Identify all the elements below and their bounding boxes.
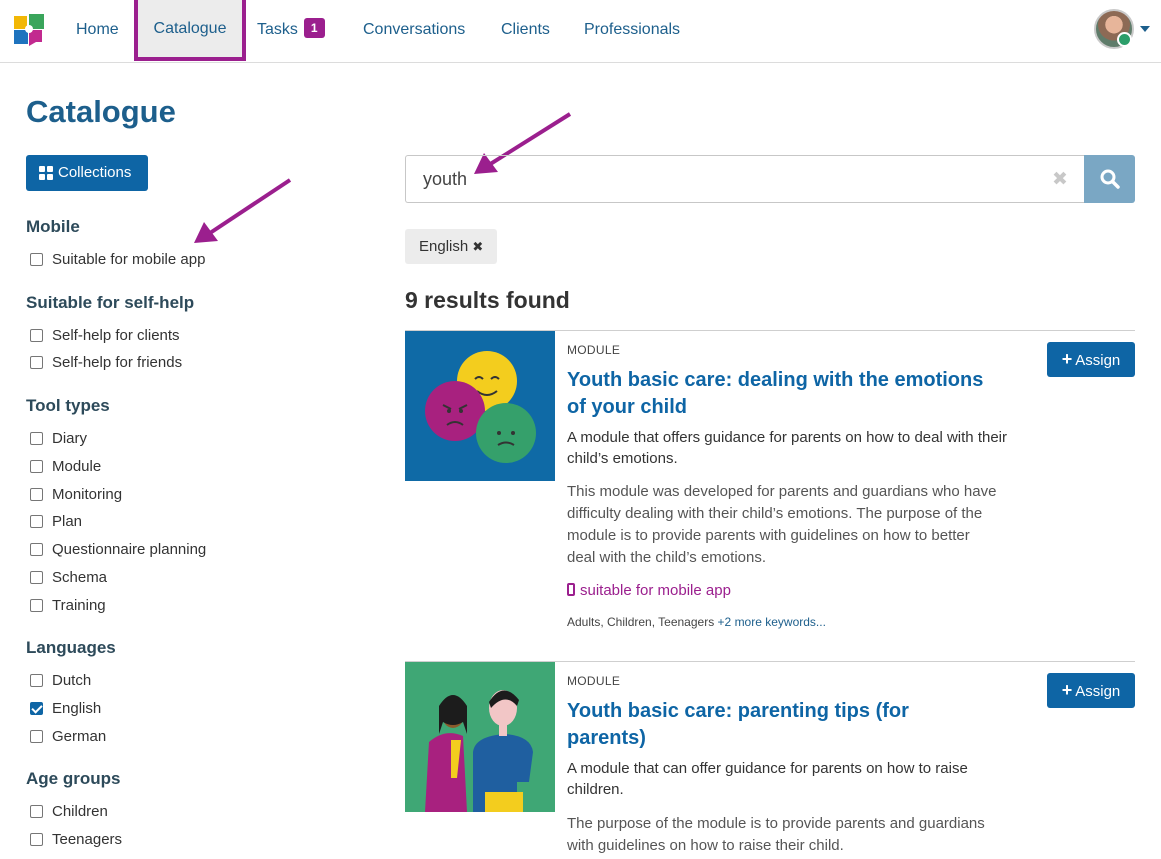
assign-button[interactable]: + Assign <box>1047 673 1135 708</box>
checkbox[interactable] <box>30 833 43 846</box>
filter-option-label: Teenagers <box>52 831 123 848</box>
nav-tasks-label: Tasks <box>257 21 298 38</box>
remove-chip-icon[interactable]: ✖ <box>472 239 483 254</box>
result-title-link[interactable]: Youth basic care: dealing with the emoti… <box>567 367 987 421</box>
result-type: MODULE <box>567 343 621 357</box>
checkbox[interactable] <box>30 805 43 818</box>
checkbox[interactable] <box>30 253 43 266</box>
filter-option-label: Diary <box>52 430 88 447</box>
plus-icon: + <box>1061 680 1073 700</box>
result-thumbnail[interactable] <box>405 331 555 481</box>
checkbox[interactable] <box>30 460 43 473</box>
mobile-suitable-tag: suitable for mobile app <box>567 582 731 599</box>
filter-option-label: German <box>52 728 107 745</box>
clear-search-icon[interactable]: ✖ <box>1052 168 1068 191</box>
mobile-phone-icon <box>567 583 575 596</box>
more-keywords-link[interactable]: +2 more keywords... <box>718 615 826 629</box>
nav-catalogue-label: Catalogue <box>153 20 227 37</box>
nav-clients[interactable]: Clients <box>501 0 550 62</box>
chevron-down-icon[interactable] <box>1140 26 1150 32</box>
chip-label: English <box>419 238 469 255</box>
filter-heading-agegroups: Age groups <box>26 769 121 788</box>
checkbox[interactable] <box>30 730 43 743</box>
mobile-suitable-label: suitable for mobile app <box>580 582 731 599</box>
result-summary: A module that can offer guidance for par… <box>567 760 968 798</box>
checkbox[interactable] <box>30 329 43 342</box>
filter-option-label: Training <box>52 597 106 614</box>
result-thumbnail[interactable] <box>405 662 555 812</box>
emotions-illustration-icon <box>425 351 536 463</box>
checkbox[interactable] <box>30 488 43 501</box>
result-keywords: Adults, Children, Teenagers +2 more keyw… <box>567 615 826 629</box>
checkbox[interactable] <box>30 432 43 445</box>
filter-option-label: Suitable for mobile app <box>52 251 206 268</box>
checkbox-checked[interactable] <box>30 702 43 715</box>
filter-option-label: Self-help for clients <box>52 327 180 344</box>
result-card: MODULE Youth basic care: dealing with th… <box>405 330 1135 640</box>
plus-icon: + <box>1061 349 1073 369</box>
result-type: MODULE <box>567 674 621 688</box>
filter-option-label: Plan <box>52 513 83 530</box>
active-filter-chip[interactable]: English ✖ <box>405 229 498 264</box>
results-count: 9 results found <box>405 287 570 313</box>
filter-heading-selfhelp: Suitable for self-help <box>26 293 195 312</box>
filter-heading-tooltypes: Tool types <box>26 396 110 415</box>
filter-option-label: Children <box>52 803 108 820</box>
checkbox[interactable] <box>30 543 43 556</box>
search-icon <box>1100 169 1120 189</box>
assign-label: Assign <box>1075 683 1121 700</box>
assign-button[interactable]: + Assign <box>1047 342 1135 377</box>
checkbox[interactable] <box>30 515 43 528</box>
filter-option-label: English <box>52 700 102 717</box>
search-input[interactable] <box>406 156 1046 202</box>
nav-home[interactable]: Home <box>76 0 119 62</box>
filter-option-label: Self-help for friends <box>52 354 183 371</box>
search-field[interactable] <box>405 155 1085 203</box>
filter-option-label: Dutch <box>52 672 92 689</box>
checkbox[interactable] <box>30 571 43 584</box>
filter-heading-mobile: Mobile <box>26 217 80 236</box>
search-button[interactable] <box>1084 155 1135 203</box>
top-navigation: Home Catalogue Tasks 1 Conversations Clie… <box>0 0 1161 63</box>
nav-tasks[interactable]: Tasks 1 <box>257 0 325 62</box>
result-title-link[interactable]: Youth basic care: parenting tips (for pa… <box>567 698 987 752</box>
app-logo-icon[interactable] <box>14 14 44 46</box>
nav-catalogue[interactable]: Catalogue <box>134 0 246 61</box>
filter-option-label: Monitoring <box>52 486 123 503</box>
checkbox[interactable] <box>30 356 43 369</box>
nav-conversations[interactable]: Conversations <box>363 0 465 62</box>
result-description: This module was developed for parents an… <box>567 483 997 566</box>
filter-heading-languages: Languages <box>26 638 116 657</box>
page-title: Catalogue <box>26 94 176 129</box>
parents-illustration-icon <box>425 690 533 812</box>
eye-status-icon <box>1117 32 1132 47</box>
collections-button[interactable]: Collections <box>26 155 148 191</box>
result-card: MODULE Youth basic care: parenting tips … <box>405 661 1135 859</box>
tasks-count-badge: 1 <box>303 18 325 38</box>
filter-option-label: Schema <box>52 569 108 586</box>
assign-label: Assign <box>1075 352 1121 369</box>
result-description: The purpose of the module is to provide … <box>567 815 985 854</box>
annotation-arrow-icon <box>194 178 292 243</box>
nav-professionals[interactable]: Professionals <box>584 0 680 62</box>
checkbox[interactable] <box>30 674 43 687</box>
collections-label: Collections <box>58 164 132 181</box>
keywords-text: Adults, Children, Teenagers <box>567 615 715 629</box>
filter-option-label: Questionnaire planning <box>52 541 207 558</box>
grid-icon <box>39 166 53 180</box>
filter-option-label: Module <box>52 458 102 475</box>
checkbox[interactable] <box>30 599 43 612</box>
result-summary: A module that offers guidance for parent… <box>567 429 1007 467</box>
